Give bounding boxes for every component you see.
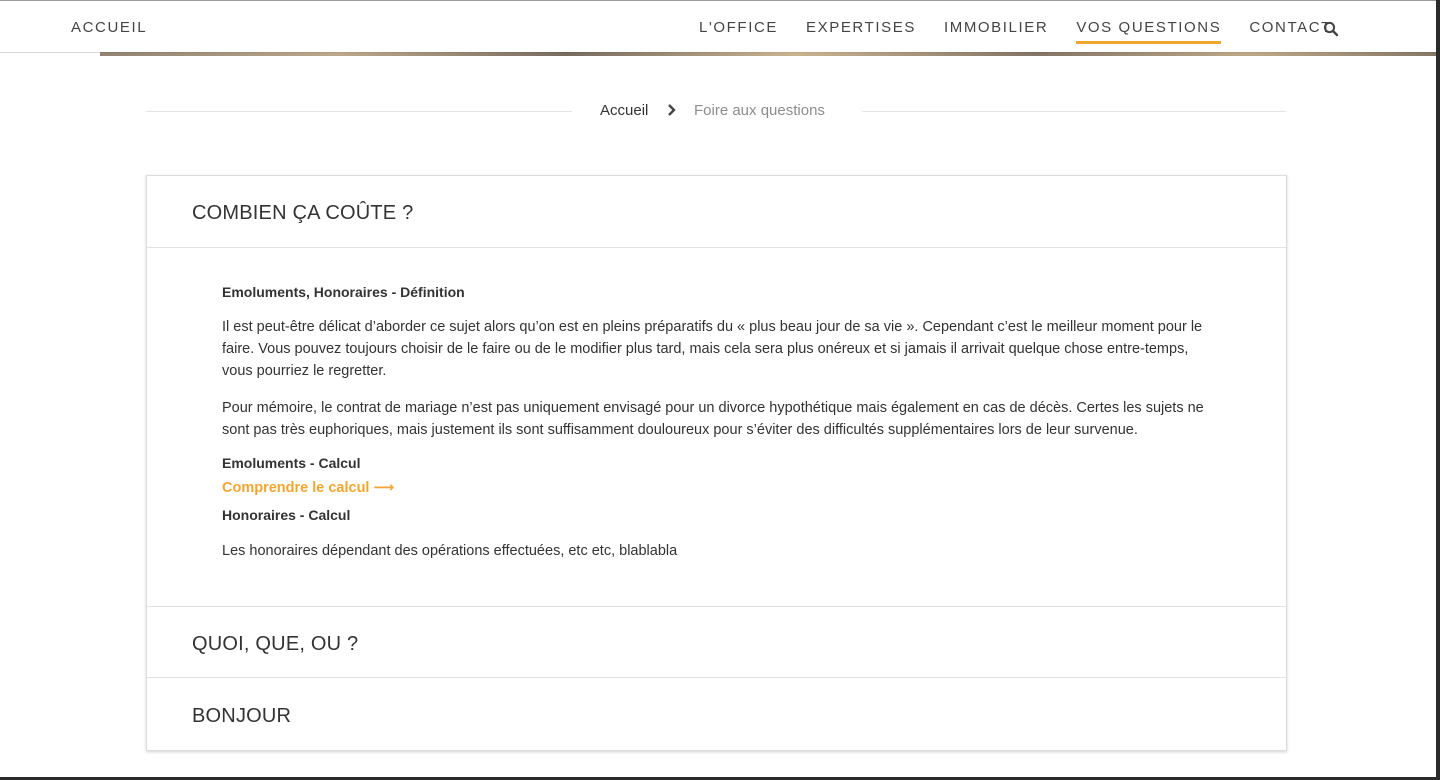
nav-item-vos-questions[interactable]: VOS QUESTIONS — [1076, 19, 1222, 44]
nav-item-office[interactable]: L'OFFICE — [699, 19, 778, 36]
chevron-right-icon — [665, 103, 679, 117]
content-paragraph: Les honoraires dépendant des opérations … — [222, 543, 678, 559]
nav-item-expertises[interactable]: EXPERTISES — [806, 19, 916, 36]
search-icon[interactable] — [1323, 21, 1339, 37]
content-paragraph: Pour mémoire, le contrat de mariage n’es… — [222, 400, 1204, 438]
faq-section-title: QUOI, QUE, OU ? — [192, 633, 359, 655]
content-paragraph: Il est peut-être délicat d’aborder ce su… — [222, 319, 1203, 379]
nav-item-contact[interactable]: CONTACT — [1249, 19, 1332, 36]
content-heading: Emoluments - Calcul — [222, 455, 361, 471]
window-right-edge — [1436, 0, 1440, 780]
understand-calculation-link[interactable]: Comprendre le calcul ⟶ — [222, 480, 394, 496]
breadcrumb-home-link[interactable]: Accueil — [600, 102, 648, 119]
home-link[interactable]: ACCUEIL — [71, 19, 147, 36]
content-heading: Honoraires - Calcul — [222, 507, 351, 523]
faq-section-header-quoi[interactable]: QUOI, QUE, OU ? — [147, 606, 1286, 678]
breadcrumb-rule-left — [146, 111, 572, 112]
faq-section-title: COMBIEN ÇA COÛTE ? — [192, 202, 414, 224]
faq-section-header-bonjour[interactable]: BONJOUR — [147, 679, 1286, 751]
nav-item-immobilier[interactable]: IMMOBILIER — [944, 19, 1048, 36]
breadcrumb-rule-right — [862, 111, 1286, 112]
site-header: ACCUEIL L'OFFICE EXPERTISES IMMOBILIER V… — [0, 1, 1436, 53]
faq-section-title: BONJOUR — [192, 705, 292, 727]
content-heading: Emoluments, Honoraires - Définition — [222, 284, 465, 300]
faq-section-header-cost[interactable]: COMBIEN ÇA COÛTE ? — [147, 176, 1286, 248]
faq-accordion: COMBIEN ÇA COÛTE ? Emoluments, Honoraire… — [146, 175, 1287, 751]
breadcrumb: Accueil Foire aux questions — [146, 98, 1286, 124]
hero-image-strip — [100, 52, 1436, 56]
main-nav: L'OFFICE EXPERTISES IMMOBILIER VOS QUEST… — [699, 19, 1360, 44]
breadcrumb-current: Foire aux questions — [694, 102, 825, 119]
